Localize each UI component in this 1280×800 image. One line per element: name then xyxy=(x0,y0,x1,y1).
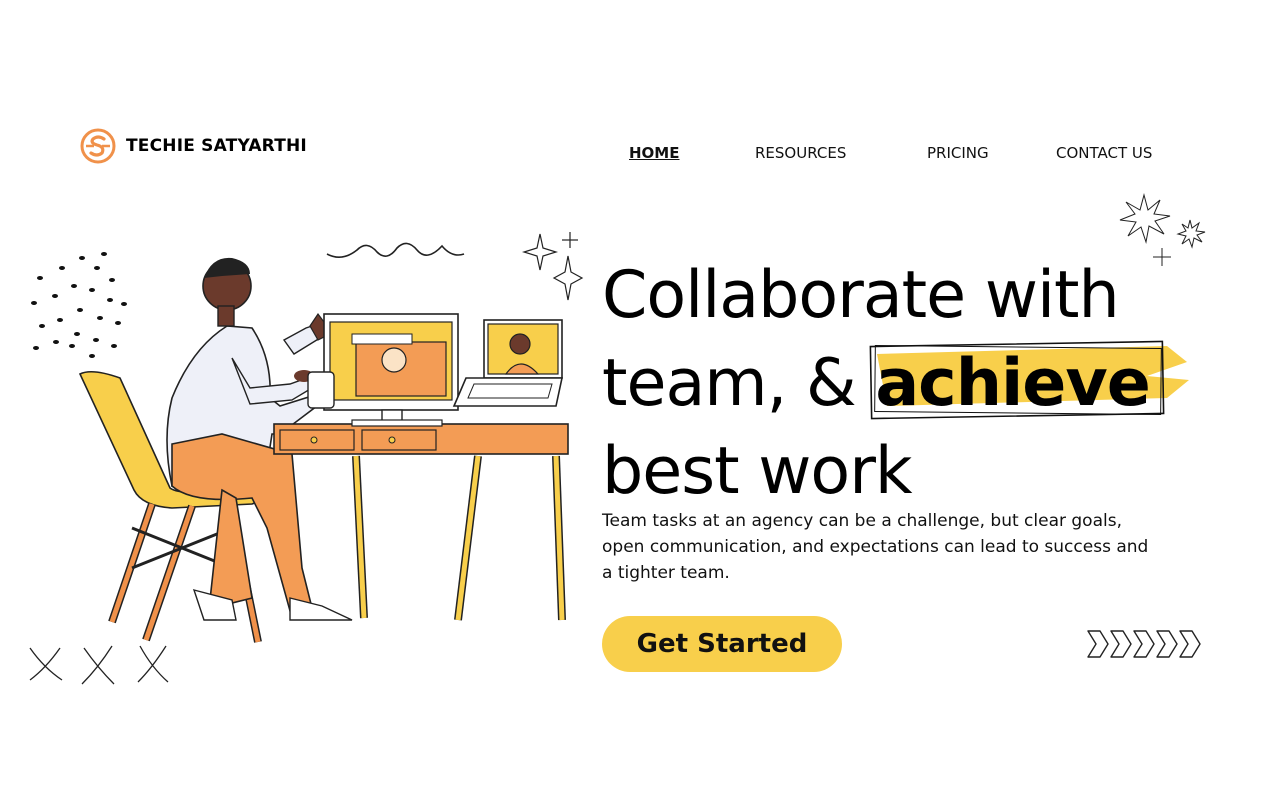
desk xyxy=(273,423,569,621)
scribble-dots-icon xyxy=(31,252,127,358)
remote-work-illustration xyxy=(29,232,584,685)
laptop xyxy=(452,319,563,407)
nav-item-pricing[interactable]: PRICING xyxy=(927,144,989,162)
s-letter-logo-icon xyxy=(80,128,116,164)
squiggle-line-icon xyxy=(326,242,465,258)
headline-line-3: best work xyxy=(602,434,913,509)
headline-line-2-prefix: team, & xyxy=(602,346,857,421)
headline-highlight-word: achieve xyxy=(875,346,1150,421)
hero-headline: Collaborate with team, & achieve best wo… xyxy=(602,252,1242,516)
x-marks-icon xyxy=(29,645,169,685)
hero-description: Team tasks at an agency can be a challen… xyxy=(602,511,1149,583)
chevron-arrows-icon xyxy=(1087,630,1201,658)
nav-item-contact-us[interactable]: CONTACT US xyxy=(1056,144,1152,162)
monitor xyxy=(307,313,459,427)
main-nav: HOME RESOURCES PRICING CONTACT US xyxy=(600,144,1200,164)
highlight-wrapper: achieve xyxy=(869,340,1190,428)
nav-item-home[interactable]: HOME xyxy=(629,144,679,162)
nav-item-resources[interactable]: RESOURCES xyxy=(755,144,846,162)
headline-line-2: team, & achieve xyxy=(602,340,1242,428)
get-started-button[interactable]: Get Started xyxy=(602,616,842,672)
brand-name: TECHIE SATYARTHI xyxy=(126,136,307,156)
brand-logo[interactable]: TECHIE SATYARTHI xyxy=(80,128,307,164)
headline-line-1: Collaborate with xyxy=(602,258,1120,333)
sparkle-icon xyxy=(521,232,584,301)
